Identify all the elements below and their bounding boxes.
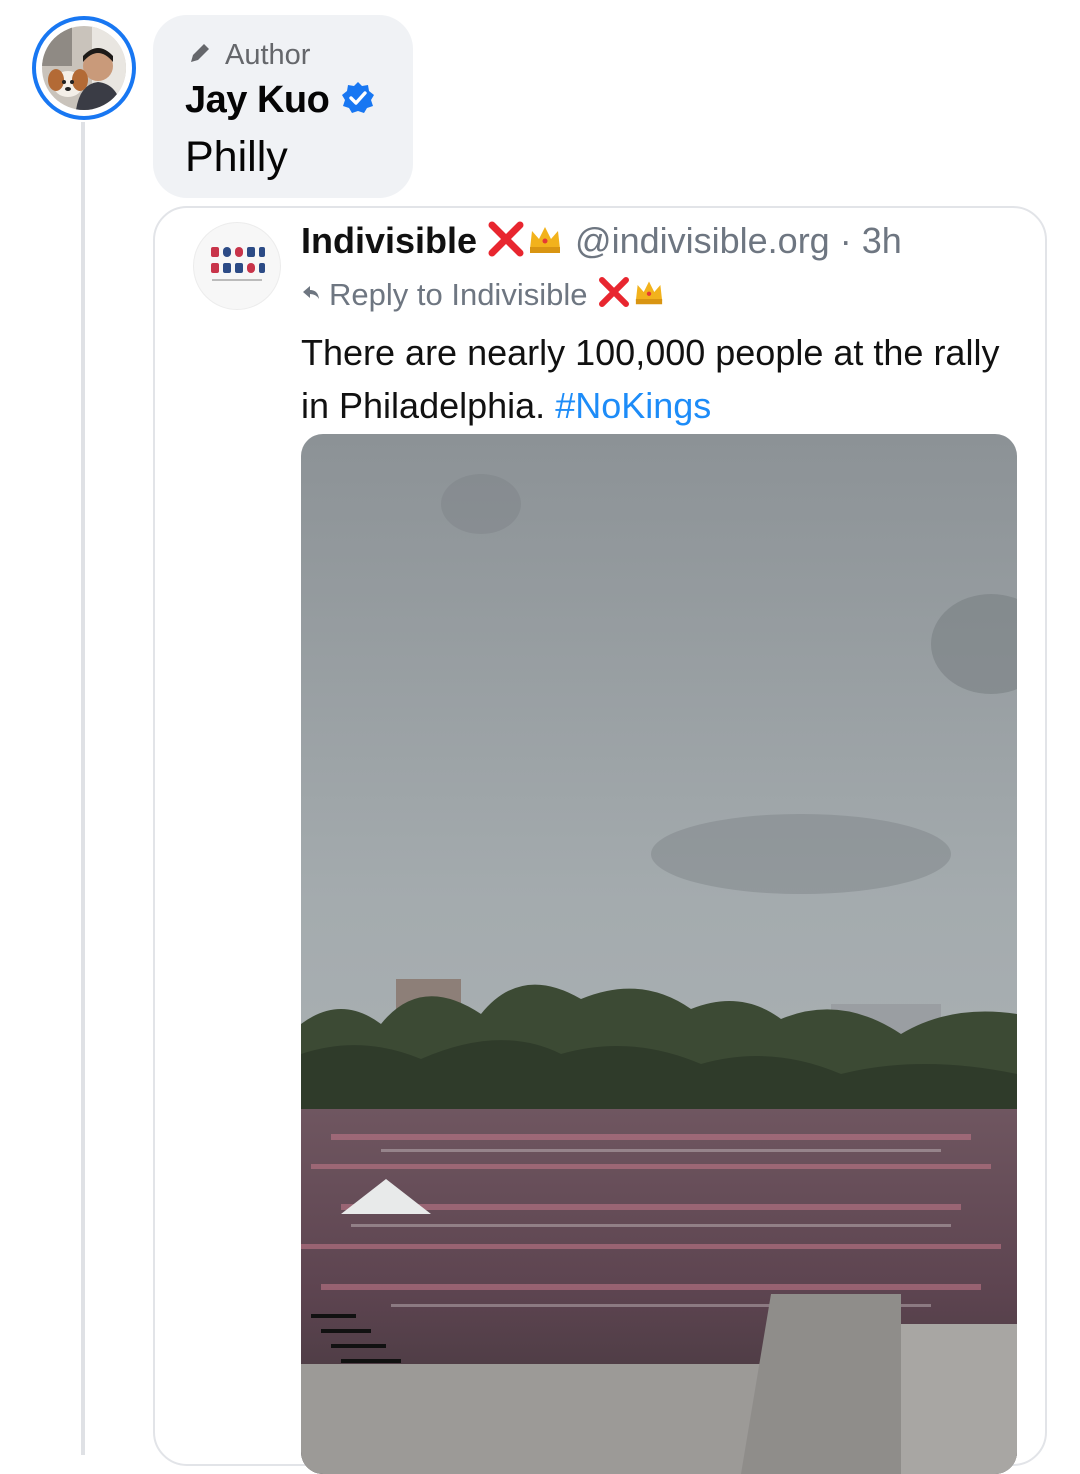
crown-icon <box>527 223 563 260</box>
handle-and-time: @indivisible.org · 3h <box>575 220 902 261</box>
reply-indicator: Reply to Indivisible <box>301 276 665 313</box>
author-badge: Author <box>187 39 310 72</box>
comment-bubble: Author Jay Kuo Philly <box>153 15 413 198</box>
crown-icon-small <box>633 278 665 311</box>
indivisible-logo-icon <box>193 222 281 310</box>
org-name[interactable]: Indivisible <box>301 220 477 262</box>
post-header: Indivisible @indivisible.org · 3h <box>301 220 902 262</box>
post-text: There are nearly 100,000 people at the r… <box>301 326 1031 432</box>
reply-arrow-icon <box>301 282 321 307</box>
comment-text: Philly <box>185 133 288 181</box>
rally-crowd-photo[interactable] <box>301 434 1017 1474</box>
commenter-avatar[interactable] <box>32 16 136 120</box>
thread-line <box>81 122 85 1455</box>
author-name[interactable]: Jay Kuo <box>185 79 330 122</box>
verified-badge-icon <box>341 81 375 120</box>
hashtag-link[interactable]: #NoKings <box>555 385 711 426</box>
red-x-icon-small <box>597 276 631 313</box>
avatar-photo-icon <box>42 26 126 110</box>
red-x-icon <box>487 221 525 262</box>
author-name-row: Jay Kuo <box>185 79 375 122</box>
author-badge-label: Author <box>225 39 311 71</box>
embedded-post-card[interactable]: Indivisible @indivisible.org · 3h Reply … <box>153 206 1047 1474</box>
reply-label: Reply to Indivisible <box>329 276 588 312</box>
pencil-icon <box>187 40 213 71</box>
